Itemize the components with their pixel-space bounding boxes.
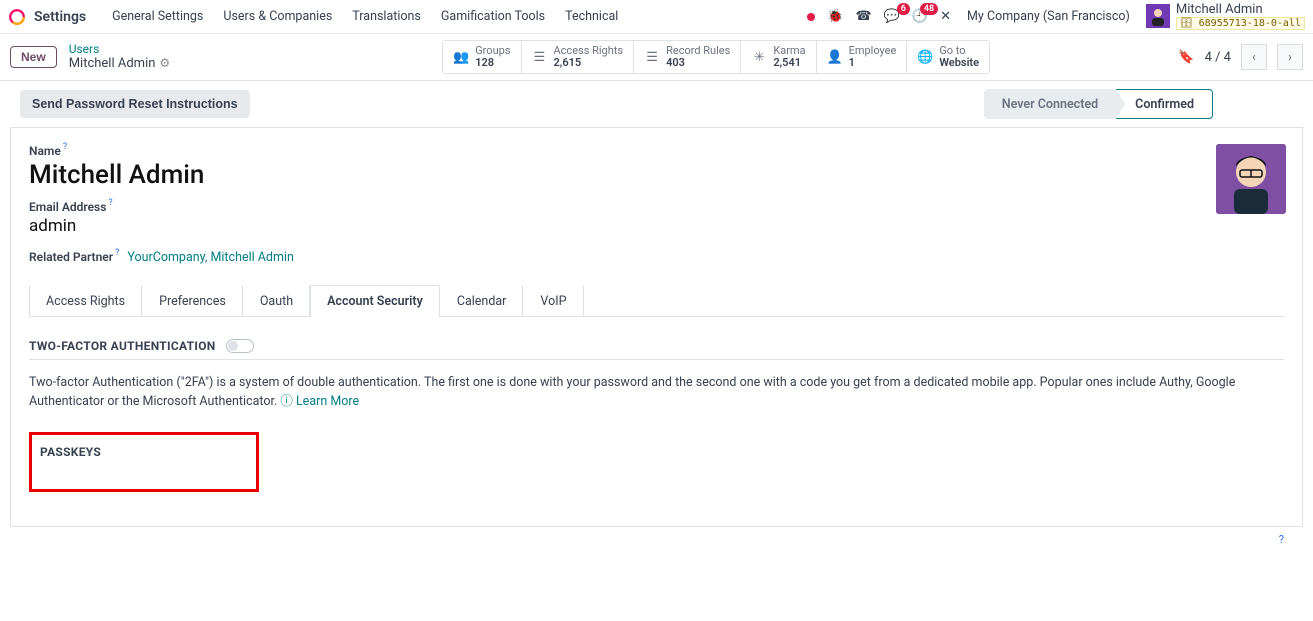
stat-record-rules[interactable]: ☰Record Rules403: [634, 41, 741, 73]
form-sheet: Name? Mitchell Admin Email Address? admi…: [10, 127, 1303, 527]
karma-icon: ✳: [751, 50, 767, 65]
user-name-label: Mitchell Admin: [1176, 3, 1305, 17]
tab-account-security[interactable]: Account Security: [310, 285, 440, 317]
info-icon: ⓘ: [280, 394, 296, 409]
record-indicator-icon[interactable]: [807, 13, 815, 21]
tab-oauth[interactable]: Oauth: [243, 285, 310, 317]
twofa-toggle[interactable]: [226, 339, 254, 353]
menu-gamification[interactable]: Gamification Tools: [431, 9, 555, 24]
twofa-description: Two-factor Authentication ("2FA") is a s…: [29, 374, 1284, 412]
user-avatar-large[interactable]: [1216, 144, 1286, 214]
stat-karma[interactable]: ✳Karma2,541: [741, 41, 816, 73]
list-icon: ☰: [644, 50, 660, 65]
help-icon[interactable]: ?: [1279, 533, 1284, 546]
status-bar: Never Connected Confirmed: [984, 89, 1213, 119]
email-field[interactable]: admin: [29, 216, 1284, 236]
user-avatar-icon: [1146, 4, 1170, 28]
menu-technical[interactable]: Technical: [555, 9, 628, 24]
activities-badge: 48: [920, 3, 938, 15]
gear-icon[interactable]: ⚙: [159, 57, 170, 71]
menu-general-settings[interactable]: General Settings: [102, 9, 213, 24]
app-logo-icon[interactable]: [8, 8, 26, 26]
list-icon: ☰: [532, 50, 548, 65]
breadcrumb-current: Mitchell Admin: [69, 57, 156, 72]
tools-icon[interactable]: ✕: [940, 9, 951, 24]
tray-icon[interactable]: ☎: [856, 9, 872, 24]
send-password-reset-button[interactable]: Send Password Reset Instructions: [20, 90, 250, 118]
groups-icon: 👥: [453, 50, 469, 65]
passkeys-highlight: PASSKEYS: [29, 432, 259, 492]
tab-calendar[interactable]: Calendar: [440, 285, 524, 317]
status-row: Send Password Reset Instructions Never C…: [10, 81, 1303, 119]
tab-access-rights[interactable]: Access Rights: [29, 285, 142, 317]
debug-icon[interactable]: 🐞: [827, 9, 843, 24]
messaging-badge: 6: [897, 3, 910, 15]
employee-icon: 👤: [827, 50, 843, 65]
app-title[interactable]: Settings: [34, 9, 86, 25]
stat-buttons: 👥Groups128 ☰Access Rights2,615 ☰Record R…: [442, 40, 990, 74]
tab-voip[interactable]: VoIP: [523, 285, 583, 317]
pager-next-button[interactable]: ›: [1277, 44, 1303, 70]
help-icon[interactable]: ?: [63, 142, 67, 152]
company-switcher[interactable]: My Company (San Francisco): [967, 9, 1130, 24]
db-name-label: 🗄 68955713-18-0-all: [1176, 17, 1305, 30]
control-panel: New Users Mitchell Admin ⚙ 👥Groups128 ☰A…: [0, 34, 1313, 81]
messaging-icon[interactable]: 💬6: [884, 9, 900, 24]
passkeys-section-header: PASSKEYS: [40, 445, 248, 459]
stat-access-rights[interactable]: ☰Access Rights2,615: [522, 41, 635, 73]
stat-groups[interactable]: 👥Groups128: [443, 41, 521, 73]
status-never-connected[interactable]: Never Connected: [984, 89, 1116, 119]
partner-link[interactable]: YourCompany, Mitchell Admin: [127, 250, 294, 266]
menu-users-companies[interactable]: Users & Companies: [213, 9, 342, 24]
bookmark-icon[interactable]: 🔖: [1178, 50, 1194, 65]
globe-icon: 🌐: [917, 50, 933, 65]
help-icon[interactable]: ?: [108, 198, 112, 208]
help-icon[interactable]: ?: [115, 248, 119, 258]
pager: 🔖 4 / 4 ‹ ›: [1178, 44, 1303, 70]
learn-more-link[interactable]: Learn More: [296, 394, 359, 409]
new-button[interactable]: New: [10, 46, 57, 68]
breadcrumb: Users Mitchell Admin ⚙: [69, 43, 171, 72]
user-menu[interactable]: Mitchell Admin 🗄 68955713-18-0-all: [1140, 3, 1305, 30]
status-confirmed[interactable]: Confirmed: [1116, 89, 1213, 119]
top-navbar: Settings General Settings Users & Compan…: [0, 0, 1313, 34]
name-label: Name?: [29, 144, 67, 158]
pager-prev-button[interactable]: ‹: [1241, 44, 1267, 70]
breadcrumb-parent[interactable]: Users: [69, 43, 171, 57]
stat-website[interactable]: 🌐Go toWebsite: [907, 41, 989, 73]
tab-preferences[interactable]: Preferences: [142, 285, 243, 317]
email-label: Email Address?: [29, 200, 113, 214]
menu-translations[interactable]: Translations: [342, 9, 431, 24]
partner-label: Related Partner?: [29, 250, 119, 264]
pager-text[interactable]: 4 / 4: [1205, 50, 1231, 65]
activities-icon[interactable]: 🕘48: [912, 9, 928, 24]
stat-employee[interactable]: 👤Employee1: [817, 41, 908, 73]
notebook-tabs: Access Rights Preferences Oauth Account …: [29, 284, 1284, 317]
twofa-section-header: TWO-FACTOR AUTHENTICATION: [29, 339, 1284, 360]
name-field[interactable]: Mitchell Admin: [29, 160, 1284, 190]
